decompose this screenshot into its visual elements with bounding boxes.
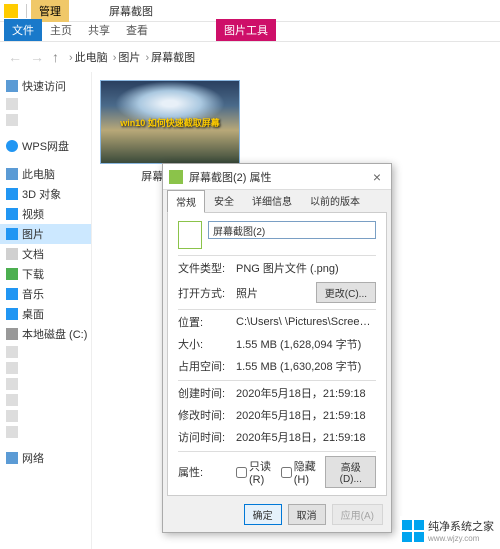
watermark: 纯净系统之家 www.wjzy.com	[400, 516, 496, 545]
dialog-tabs: 常规 安全 详细信息 以前的版本	[163, 190, 391, 212]
blur-icon	[6, 114, 18, 126]
back-icon[interactable]: ←	[8, 49, 22, 65]
change-button[interactable]: 更改(C)...	[316, 282, 376, 303]
blur-icon	[6, 378, 18, 390]
tab-picture-tools[interactable]: 图片工具	[216, 19, 276, 41]
value-created: 2020年5月18日，21:59:18	[236, 385, 376, 401]
sidebar-item-pc[interactable]: 此电脑	[0, 164, 91, 184]
tab-security[interactable]: 安全	[205, 189, 243, 212]
window-title: 屏幕截图	[109, 3, 153, 19]
label-accessed: 访问时间:	[178, 429, 230, 445]
sidebar-item[interactable]	[0, 96, 91, 112]
sidebar-item[interactable]	[0, 112, 91, 128]
sidebar-item-desktop[interactable]: 桌面	[0, 304, 91, 324]
sidebar-item-music[interactable]: 音乐	[0, 284, 91, 304]
watermark-url: www.wjzy.com	[428, 534, 494, 543]
video-icon	[6, 208, 18, 220]
tab-details[interactable]: 详细信息	[243, 189, 301, 212]
sidebar-item-network[interactable]: 网络	[0, 448, 91, 468]
ribbon-tabs: 文件 主页 共享 查看 图片工具	[0, 22, 500, 42]
tab-file[interactable]: 文件	[4, 19, 42, 41]
sidebar-item-documents[interactable]: 文档	[0, 244, 91, 264]
label-filetype: 文件类型:	[178, 260, 230, 276]
sidebar-item-disk-c[interactable]: 本地磁盘 (C:)	[0, 324, 91, 344]
label-modified: 修改时间:	[178, 407, 230, 423]
disk-icon	[6, 328, 18, 340]
forward-icon[interactable]: →	[30, 49, 44, 65]
sidebar-item[interactable]	[0, 424, 91, 440]
cloud-icon	[6, 140, 18, 152]
dialog-body: 文件类型: PNG 图片文件 (.png) 打开方式: 照片更改(C)... 位置:…	[167, 212, 387, 496]
document-icon	[6, 248, 18, 260]
sidebar: 快速访问 WPS网盘 此电脑 3D 对象 视频 图片 文档 下载 音乐 桌面 本…	[0, 72, 92, 549]
network-icon	[6, 452, 18, 464]
tab-general[interactable]: 常规	[167, 190, 205, 213]
file-icon	[169, 170, 183, 184]
dialog-title: 屏幕截图(2) 属性	[189, 169, 272, 185]
ok-button[interactable]: 确定	[244, 504, 282, 525]
advanced-button[interactable]: 高级(D)...	[325, 456, 376, 488]
label-size: 大小:	[178, 336, 230, 352]
label-attributes: 属性:	[178, 464, 230, 480]
label-created: 创建时间:	[178, 385, 230, 401]
music-icon	[6, 288, 18, 300]
value-accessed: 2020年5月18日，21:59:18	[236, 429, 376, 445]
sidebar-item-wps[interactable]: WPS网盘	[0, 136, 91, 156]
value-openwith: 照片	[236, 285, 310, 301]
close-icon[interactable]: ×	[369, 169, 385, 185]
filename-input[interactable]	[208, 221, 376, 239]
dialog-titlebar[interactable]: 屏幕截图(2) 属性 ×	[163, 164, 391, 190]
sidebar-item-video[interactable]: 视频	[0, 204, 91, 224]
watermark-name: 纯净系统之家	[428, 518, 494, 534]
blur-icon	[6, 98, 18, 110]
value-filetype: PNG 图片文件 (.png)	[236, 260, 376, 276]
sidebar-item[interactable]	[0, 360, 91, 376]
tab-share[interactable]: 共享	[80, 19, 118, 41]
sidebar-item[interactable]	[0, 376, 91, 392]
blur-icon	[6, 410, 18, 422]
picture-icon	[6, 228, 18, 240]
blur-icon	[6, 426, 18, 438]
tab-previous[interactable]: 以前的版本	[301, 189, 369, 212]
sidebar-item[interactable]	[0, 408, 91, 424]
value-size: 1.55 MB (1,628,094 字节)	[236, 336, 376, 352]
cancel-button[interactable]: 取消	[288, 504, 326, 525]
value-disksize: 1.55 MB (1,630,208 字节)	[236, 358, 376, 374]
value-location: C:\Users\ \Pictures\Screenshots	[236, 316, 376, 328]
pc-icon	[6, 168, 18, 180]
tab-view[interactable]: 查看	[118, 19, 156, 41]
blur-icon	[6, 362, 18, 374]
sidebar-item-pictures[interactable]: 图片	[0, 224, 91, 244]
folder-icon	[4, 4, 18, 18]
properties-dialog: 屏幕截图(2) 属性 × 常规 安全 详细信息 以前的版本 文件类型: PNG 图…	[162, 163, 392, 533]
label-disksize: 占用空间:	[178, 358, 230, 374]
sidebar-item-3d[interactable]: 3D 对象	[0, 184, 91, 204]
address-bar: ← → ↑ ›此电脑 ›图片 ›屏幕截图	[0, 42, 500, 72]
cube-icon	[6, 188, 18, 200]
blur-icon	[6, 346, 18, 358]
watermark-logo-icon	[402, 520, 424, 542]
breadcrumb[interactable]: ›此电脑 ›图片 ›屏幕截图	[67, 49, 195, 65]
blur-icon	[6, 394, 18, 406]
download-icon	[6, 268, 18, 280]
sidebar-item-downloads[interactable]: 下载	[0, 264, 91, 284]
sidebar-item-quick-access[interactable]: 快速访问	[0, 76, 91, 96]
label-openwith: 打开方式:	[178, 285, 230, 301]
up-icon[interactable]: ↑	[52, 49, 59, 65]
thumbnail-overlay-text: win10 如何快速截取屏幕	[120, 116, 220, 129]
thumbnail-image: win10 如何快速截取屏幕	[100, 80, 240, 164]
sidebar-item[interactable]	[0, 392, 91, 408]
star-icon	[6, 80, 18, 92]
hidden-checkbox[interactable]: 隐藏(H)	[281, 458, 320, 486]
separator	[26, 4, 27, 18]
value-modified: 2020年5月18日，21:59:18	[236, 407, 376, 423]
tab-home[interactable]: 主页	[42, 19, 80, 41]
desktop-icon	[6, 308, 18, 320]
file-type-icon	[178, 221, 202, 249]
sidebar-item[interactable]	[0, 344, 91, 360]
apply-button[interactable]: 应用(A)	[332, 504, 383, 525]
label-location: 位置:	[178, 314, 230, 330]
readonly-checkbox[interactable]: 只读(R)	[236, 458, 275, 486]
dialog-footer: 确定 取消 应用(A)	[163, 496, 391, 532]
